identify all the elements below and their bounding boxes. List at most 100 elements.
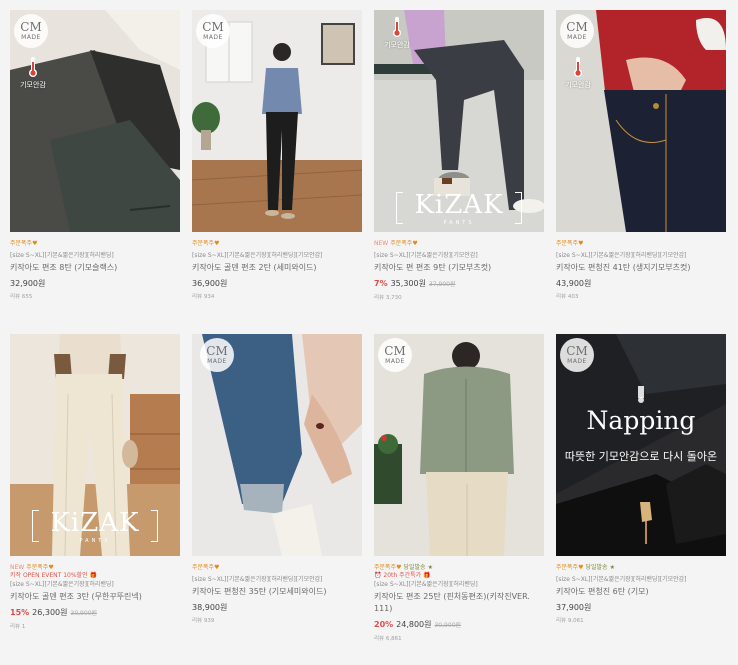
discount-rate: 20% — [374, 620, 394, 629]
product-labels: 주문폭주♥ 당일발송 ★ — [556, 563, 726, 572]
new-label: NEW — [10, 564, 25, 571]
fleece-lining-badge: 기모안감 — [556, 56, 600, 90]
price-row: 43,900원 — [556, 278, 726, 290]
bracket-left — [32, 510, 39, 542]
product-card[interactable]: CM MADE Napping 따뜻한 기모안감으로 다시 돌아온 주문폭주♥ 당… — [556, 334, 726, 658]
size-info: [size S~XL][기본&짧은기장][허리밴딩][기모안감] — [556, 252, 687, 259]
cm-made-badge: CM MADE — [560, 14, 594, 48]
product-image[interactable]: 기모안감 KiZAK PANTS — [374, 10, 544, 232]
fleece-label: 기모안감 — [20, 81, 46, 89]
event-banner: 키작 OPEN EVENT 10%할인 🎁 — [10, 572, 180, 580]
product-image[interactable]: CM MADE 기모안감 — [10, 10, 180, 232]
cm-logo: CM — [566, 344, 588, 358]
review-count: 리뷰 1 — [10, 624, 26, 630]
thermometer-icon — [574, 57, 582, 77]
product-image[interactable]: CM MADE — [374, 334, 544, 556]
kizak-word: KiZAK — [50, 507, 140, 538]
review-count: 리뷰 3,730 — [374, 295, 402, 301]
discount-rate: 15% — [10, 608, 30, 617]
kizak-logo: KiZAK PANTS — [396, 188, 522, 228]
recommend-label: 주문폭주 — [192, 564, 215, 571]
kizak-word: KiZAK — [414, 189, 504, 220]
product-card[interactable]: CM MADE 기모안감 주문폭주♥ [size S~XL][기본&짧은기장][… — [10, 10, 180, 334]
product-labels: NEW 주문폭주♥ — [374, 239, 544, 248]
cm-logo: CM — [202, 20, 224, 34]
review-count: 리뷰 939 — [192, 618, 215, 624]
product-image[interactable]: KiZAK PANTS — [10, 334, 180, 556]
product-name[interactable]: 키작아도 편조 25탄 (핀처동편조)(키작진VER. 111) — [374, 591, 544, 615]
product-card[interactable]: CM MADE 기모안감 주문폭주♥ [size S~XL][기본&짧은기장][… — [556, 10, 726, 334]
product-name[interactable]: 키작아도 편청진 41탄 (생지기모부츠컷) — [556, 262, 726, 274]
product-name[interactable]: 키작아도 골덴 편조 3탄 (무한꾸뚜린넥) — [10, 591, 180, 603]
same-day-label: 당일발송 — [403, 564, 426, 571]
product-labels: 주문폭주♥ — [192, 239, 362, 248]
product-card[interactable]: CM MADE 주문폭주♥ [size S~XL][기본&짧은기장][허리밴딩]… — [192, 334, 362, 658]
product-labels: 주문폭주♥ — [192, 563, 362, 572]
thermometer-icon — [29, 57, 37, 77]
made-label: MADE — [567, 358, 587, 365]
product-grid: CM MADE 기모안감 주문폭주♥ [size S~XL][기본&짧은기장][… — [10, 10, 730, 658]
made-label: MADE — [203, 34, 223, 41]
event-banner: ⏰ 20th 주간특가 🎁 — [374, 572, 544, 580]
price-row: 37,900원 — [556, 602, 726, 614]
product-name[interactable]: 키작아도 편청진 35탄 (기모세미와이드) — [192, 586, 362, 598]
cm-logo: CM — [384, 344, 406, 358]
review-count: 리뷰 655 — [10, 294, 33, 300]
size-info: [size S~XL][기본&짧은기장][허리밴딩][기모안감] — [556, 576, 687, 583]
bracket-left — [396, 192, 403, 224]
product-card[interactable]: CM MADE 주문폭주♥ [size S~XL][기본&짧은기장][허리밴딩]… — [192, 10, 362, 334]
same-day-label: 당일발송 — [585, 564, 608, 571]
product-name[interactable]: 키작아도 편청진 6탄 (기모) — [556, 586, 726, 598]
cm-made-badge: CM MADE — [196, 14, 230, 48]
price: 43,900원 — [556, 279, 592, 288]
original-price: 30,900원 — [434, 622, 462, 629]
kizak-sub: PANTS — [79, 537, 111, 544]
napping-title: Napping — [586, 406, 696, 435]
review-count: 리뷰 934 — [192, 294, 215, 300]
heart-icon: ♥ — [396, 564, 402, 571]
product-image[interactable]: CM MADE Napping 따뜻한 기모안감으로 다시 돌아온 — [556, 334, 726, 556]
product-image[interactable]: CM MADE 기모안감 — [556, 10, 726, 232]
new-label: NEW — [374, 240, 389, 247]
product-name[interactable]: 키작아도 골덴 편조 2탄 (세미와이드) — [192, 262, 362, 274]
product-labels: NEW 주문폭주♥ — [10, 563, 180, 572]
product-image[interactable]: CM MADE — [192, 334, 362, 556]
recommend-label: 주문폭주 — [556, 240, 579, 247]
made-label: MADE — [207, 358, 227, 365]
price: 26,300원 — [32, 608, 68, 617]
price: 32,900원 — [10, 279, 46, 288]
gift-icon: 🎁 — [87, 572, 97, 579]
heart-icon: ♥ — [48, 564, 54, 571]
review-count: 리뷰 9,061 — [556, 618, 584, 624]
price: 24,800원 — [396, 620, 432, 629]
original-price: 37,900원 — [428, 281, 456, 288]
recommend-label: 주문폭주 — [10, 240, 33, 247]
product-card[interactable]: CM MADE 주문폭주♥ 당일발송 ★ ⏰ 20th 주간특가 🎁 [size S… — [374, 334, 544, 658]
product-card[interactable]: 기모안감 KiZAK PANTS NEW 주문폭주♥ [size S~XL][기본… — [374, 10, 544, 334]
bracket-right — [151, 510, 158, 542]
cm-made-badge: CM MADE — [378, 338, 412, 372]
event-text: 20th 주간특가 — [383, 572, 422, 579]
review-count: 리뷰 403 — [556, 294, 579, 300]
recommend-label: 주문폭주 — [26, 564, 49, 571]
product-image[interactable]: CM MADE — [192, 10, 362, 232]
heart-icon: ♥ — [412, 240, 418, 247]
napping-subtitle: 따뜻한 기모안감으로 다시 돌아온 — [564, 450, 718, 463]
thermometer-icon — [393, 17, 401, 37]
cm-made-badge: CM MADE — [14, 14, 48, 48]
cm-logo: CM — [206, 344, 228, 358]
heart-icon: ♥ — [578, 564, 584, 571]
discount-rate: 7% — [374, 279, 388, 288]
product-name[interactable]: 키작아도 편 편조 9탄 (기모부츠컷) — [374, 262, 544, 274]
price: 36,900원 — [192, 279, 228, 288]
price-row: 7% 35,300원 37,900원 — [374, 278, 544, 291]
product-name[interactable]: 키작아도 편조 8탄 (기모슬랙스) — [10, 262, 180, 274]
size-info: [size S~XL][기본&짧은기장][허리밴딩][기모안감] — [192, 576, 323, 583]
price-row: 15% 26,300원 30,900원 — [10, 607, 180, 620]
heart-icon: ♥ — [578, 240, 584, 247]
gift-icon: 🎁 — [421, 572, 431, 579]
recommend-label: 주문폭주 — [390, 240, 413, 247]
price: 37,900원 — [556, 603, 592, 612]
cm-made-badge: CM MADE — [560, 338, 594, 372]
product-card[interactable]: KiZAK PANTS NEW 주문폭주♥ 키작 OPEN EVENT 10%할인… — [10, 334, 180, 658]
